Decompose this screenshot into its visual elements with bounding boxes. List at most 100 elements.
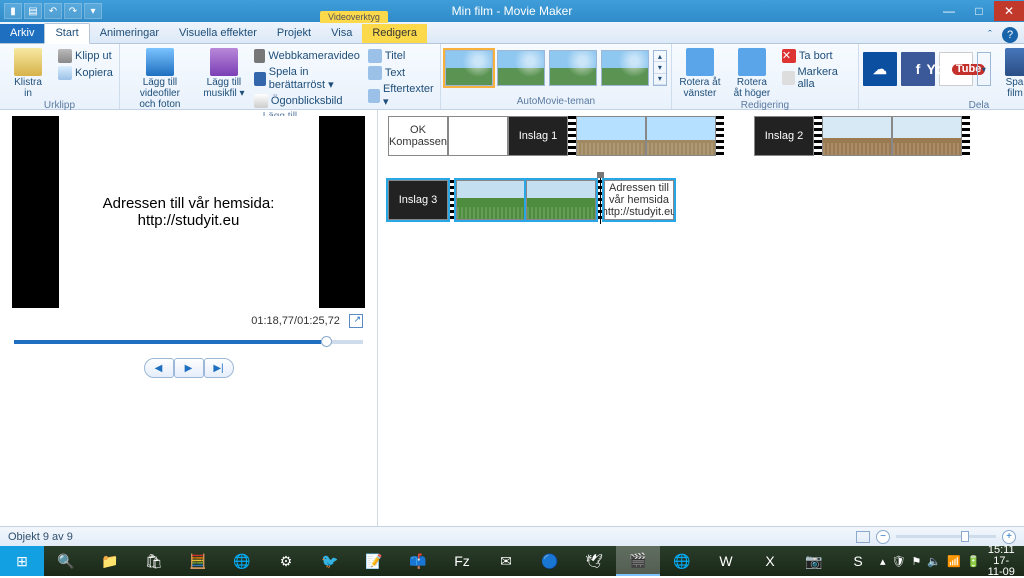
- tray-icon[interactable]: 🔋: [967, 555, 981, 568]
- preview-line1: Adressen till vår hemsida:: [103, 195, 275, 212]
- snapshot-button[interactable]: Ögonblicksbild: [252, 93, 362, 109]
- taskbar-item[interactable]: 📫: [396, 546, 440, 576]
- qat-button[interactable]: ▤: [24, 3, 42, 19]
- timeline-clip[interactable]: [526, 180, 596, 220]
- share-more-button[interactable]: ▾: [977, 52, 991, 86]
- taskbar-item[interactable]: W: [704, 546, 748, 576]
- tab-visa[interactable]: Visa: [321, 24, 362, 43]
- timeline-pane[interactable]: OK Kompassen Inslag 1 Inslag 2 Inslag 3 Adr…: [378, 110, 1024, 526]
- taskbar-item[interactable]: 📷: [792, 546, 836, 576]
- title-button[interactable]: Titel: [366, 48, 436, 64]
- tray-icon[interactable]: 🛡: [892, 555, 906, 568]
- prev-frame-button[interactable]: ◀: [144, 358, 174, 378]
- film-sprocket: [716, 116, 724, 156]
- qat-button[interactable]: ▾: [84, 3, 102, 19]
- clock[interactable]: 15:11 17-11-09: [986, 545, 1016, 578]
- taskbar-item[interactable]: X: [748, 546, 792, 576]
- timeline-clip[interactable]: [576, 116, 646, 156]
- add-video-button[interactable]: Lägg till videofiler och foton: [124, 46, 196, 110]
- timeline-clip[interactable]: [646, 116, 716, 156]
- next-frame-button[interactable]: ▶|: [204, 358, 234, 378]
- taskbar-item[interactable]: ✉: [484, 546, 528, 576]
- credits-button[interactable]: Eftertexter ▾: [366, 82, 436, 109]
- theme-more-button[interactable]: ▴▾▾: [653, 50, 667, 86]
- theme-thumb[interactable]: [445, 50, 493, 86]
- delete-button[interactable]: ✕Ta bort: [780, 48, 854, 64]
- tray-icon[interactable]: 🔈: [927, 555, 941, 568]
- theme-thumb[interactable]: [497, 50, 545, 86]
- tray-icon[interactable]: ▴: [880, 555, 886, 568]
- qat-button[interactable]: ↶: [44, 3, 62, 19]
- maximize-button[interactable]: □: [964, 1, 994, 21]
- fullscreen-button[interactable]: [349, 314, 363, 328]
- taskbar-item[interactable]: ⊞: [0, 546, 44, 576]
- share-targets: ☁ f YouTube ▾: [863, 46, 991, 86]
- taskbar-item[interactable]: 🧮: [176, 546, 220, 576]
- rotate-right-button[interactable]: Rotera åt höger: [728, 46, 776, 99]
- paste-label: Klistra in: [14, 77, 42, 99]
- scrub-knob[interactable]: [321, 336, 332, 347]
- caption-button[interactable]: Text: [366, 65, 436, 81]
- clock-date: 17-11-09: [986, 556, 1016, 578]
- taskbar-item[interactable]: 🌐: [220, 546, 264, 576]
- close-button[interactable]: ✕: [994, 1, 1024, 21]
- timeline-clip[interactable]: Inslag 2: [754, 116, 814, 156]
- taskbar-item[interactable]: 🔵: [528, 546, 572, 576]
- taskbar-item[interactable]: 🕊: [572, 546, 616, 576]
- view-thumb-icon[interactable]: [856, 531, 870, 543]
- theme-thumb[interactable]: [549, 50, 597, 86]
- timeline-clip[interactable]: Adressen till vår hemsida http://studyit…: [604, 180, 674, 220]
- timeline-clip[interactable]: Inslag 1: [508, 116, 568, 156]
- taskbar-item[interactable]: S: [836, 546, 880, 576]
- theme-thumb[interactable]: [601, 50, 649, 86]
- timeline-clip[interactable]: [822, 116, 892, 156]
- timeline-clip[interactable]: [456, 180, 526, 220]
- qat-button[interactable]: ↷: [64, 3, 82, 19]
- paste-button[interactable]: Klistra in: [4, 46, 52, 99]
- zoom-in-button[interactable]: +: [1002, 530, 1016, 544]
- taskbar-item[interactable]: 🌐: [660, 546, 704, 576]
- zoom-out-button[interactable]: −: [876, 530, 890, 544]
- save-movie-button[interactable]: Spara film ▾: [995, 46, 1024, 99]
- taskbar-item[interactable]: ⚙: [264, 546, 308, 576]
- tab-visuella effekter[interactable]: Visuella effekter: [169, 24, 267, 43]
- narration-button[interactable]: Spela in berättarröst ▾: [252, 65, 362, 92]
- tray-icon[interactable]: ⚑: [912, 555, 922, 568]
- timeline-clip[interactable]: Inslag 3: [388, 180, 448, 220]
- play-button[interactable]: ▶: [174, 358, 204, 378]
- tab-start[interactable]: Start: [44, 23, 89, 44]
- webcam-button[interactable]: Webbkameravideo: [252, 48, 362, 64]
- minimize-button[interactable]: —: [934, 1, 964, 21]
- taskbar-item[interactable]: 📝: [352, 546, 396, 576]
- select-all-button[interactable]: Markera alla: [780, 65, 854, 91]
- copy-button[interactable]: Kopiera: [56, 65, 115, 81]
- taskbar-item[interactable]: 🔍: [44, 546, 88, 576]
- ribbon-tab-row: Arkiv StartAnimeringarVisuella effekterP…: [0, 22, 1024, 44]
- rotate-left-button[interactable]: Rotera åt vänster: [676, 46, 724, 99]
- qat-button[interactable]: ▮: [4, 3, 22, 19]
- skydrive-icon[interactable]: ☁: [863, 52, 897, 86]
- timeline-clip[interactable]: [448, 116, 508, 156]
- zoom-slider[interactable]: [896, 535, 996, 538]
- tab-arkiv[interactable]: Arkiv: [0, 24, 44, 43]
- add-music-button[interactable]: Lägg till musikfil ▾: [200, 46, 248, 99]
- zoom-knob[interactable]: [961, 531, 969, 542]
- status-text: Objekt 9 av 9: [8, 531, 73, 543]
- taskbar-item[interactable]: 📁: [88, 546, 132, 576]
- cut-button[interactable]: Klipp ut: [56, 48, 115, 64]
- themes-gallery[interactable]: ▴▾▾: [445, 46, 667, 86]
- timeline-clip[interactable]: OK Kompassen: [388, 116, 448, 156]
- tab-projekt[interactable]: Projekt: [267, 24, 321, 43]
- tab-animeringar[interactable]: Animeringar: [90, 24, 169, 43]
- youtube-icon[interactable]: YouTube: [939, 52, 973, 86]
- taskbar-item[interactable]: 🛍: [132, 546, 176, 576]
- help-icon[interactable]: ?: [1002, 27, 1018, 43]
- collapse-ribbon-icon[interactable]: ˆ: [982, 27, 998, 43]
- taskbar-item[interactable]: 🐦: [308, 546, 352, 576]
- timeline-clip[interactable]: [892, 116, 962, 156]
- taskbar-item[interactable]: 🎬: [616, 546, 660, 576]
- tab-redigera[interactable]: Redigera: [362, 24, 427, 43]
- scrub-bar[interactable]: [14, 340, 363, 344]
- taskbar-item[interactable]: Fz: [440, 546, 484, 576]
- tray-icon[interactable]: 📶: [947, 555, 961, 568]
